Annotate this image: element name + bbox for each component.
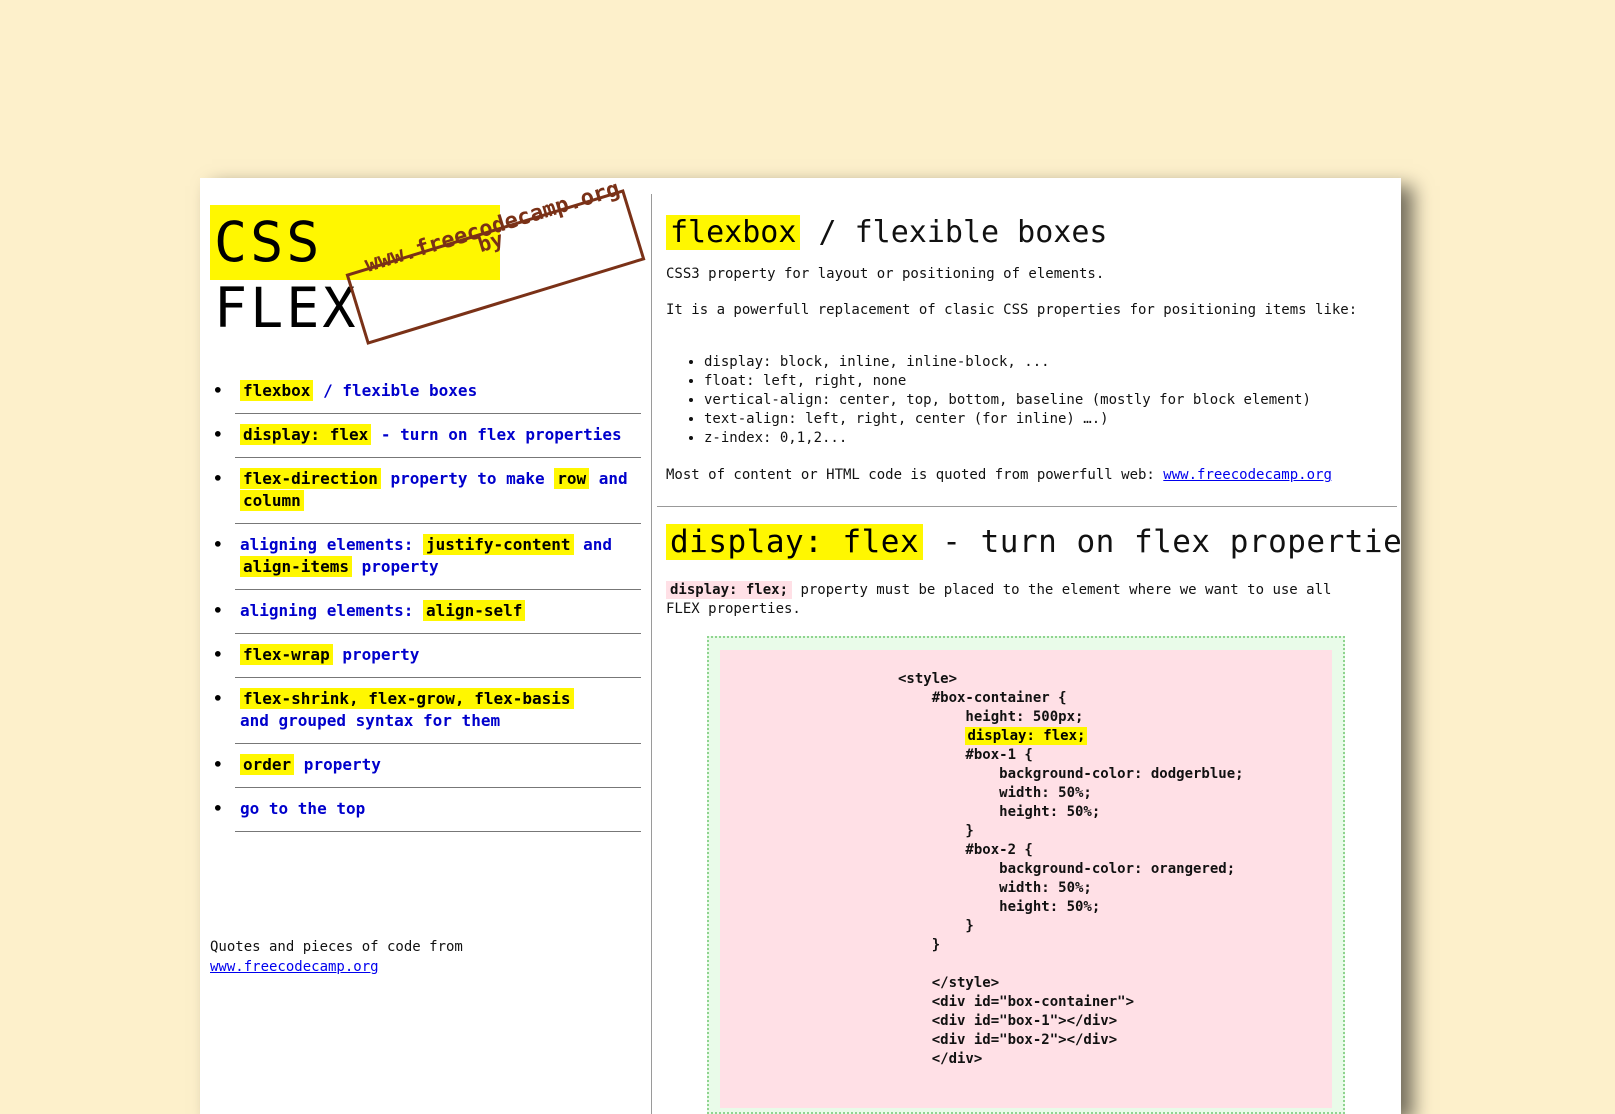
section-flexbox-description: It is a powerfull replacement of clasic … bbox=[666, 302, 1358, 318]
nav-item-highlight: align-self bbox=[423, 600, 526, 621]
page-card: CSS FLEX by www.freecodecamp.org flexbox… bbox=[200, 178, 1401, 1114]
main-content: flexbox / flexible boxes CSS3 property f… bbox=[652, 178, 1401, 1114]
nav-item-go-to-top[interactable]: go to the top bbox=[213, 788, 641, 832]
nav-item-align-self[interactable]: aligning elements: align-self bbox=[213, 590, 641, 634]
code-highlight: display: flex; bbox=[965, 727, 1088, 745]
section-flexbox-source: Most of content or HTML code is quoted f… bbox=[666, 467, 1332, 483]
section-flexbox-title: flexbox / flexible boxes bbox=[666, 214, 1107, 252]
nav-item-highlight: flex-shrink, flex-grow, flex-basis bbox=[240, 688, 574, 709]
nav-item-label: aligning elements: bbox=[240, 535, 424, 554]
nav-item-label: property bbox=[294, 755, 381, 774]
list-item: float: left, right, none bbox=[704, 372, 1311, 391]
nav-item-label: and bbox=[573, 535, 613, 554]
nav-item-label: / flexible boxes bbox=[313, 381, 478, 400]
sidebar: CSS FLEX by www.freecodecamp.org flexbox… bbox=[200, 178, 651, 1114]
title-rest: / flexible boxes bbox=[800, 215, 1108, 250]
source-link[interactable]: www.freecodecamp.org bbox=[1163, 467, 1332, 483]
section-divider bbox=[657, 506, 1397, 507]
nav-item-label: property bbox=[332, 645, 420, 664]
code-block: <style> #box-container { height: 500px; … bbox=[898, 670, 1244, 1069]
section-display-flex-description: display: flex; property must be placed t… bbox=[666, 581, 1366, 619]
nav-item-highlight: column bbox=[240, 490, 304, 511]
nav-item-highlight: row bbox=[554, 468, 590, 489]
nav-item-flex-direction[interactable]: flex-direction property to make row and … bbox=[213, 458, 641, 524]
nav-item-highlight: order bbox=[240, 754, 295, 775]
nav-item-label: and grouped syntax for them bbox=[240, 711, 501, 730]
list-item: display: block, inline, inline-block, ..… bbox=[704, 353, 1311, 372]
inline-code: display: flex; bbox=[666, 581, 793, 599]
nav-item-highlight: justify-content bbox=[423, 534, 574, 555]
source-text: Most of content or HTML code is quoted f… bbox=[666, 467, 1164, 483]
nav-item-display-flex[interactable]: display: flex - turn on flex properties bbox=[213, 414, 641, 458]
sidebar-nav: flexbox / flexible boxes display: flex -… bbox=[200, 370, 651, 832]
title-highlight: display: flex bbox=[666, 524, 924, 560]
nav-item-label: property to make bbox=[380, 469, 555, 488]
nav-item-highlight: flex-wrap bbox=[240, 644, 333, 665]
code-example-frame: <style> #box-container { height: 500px; … bbox=[707, 636, 1345, 1114]
section-flexbox-intro: CSS3 property for layout or positioning … bbox=[666, 266, 1105, 282]
nav-item-aligning-elements[interactable]: aligning elements: justify-content and a… bbox=[213, 524, 641, 590]
list-item: text-align: left, right, center (for inl… bbox=[704, 410, 1311, 429]
nav-item-flexbox[interactable]: flexbox / flexible boxes bbox=[213, 370, 641, 414]
sidebar-footer: Quotes and pieces of code from www.freec… bbox=[210, 937, 463, 977]
nav-item-flex-wrap[interactable]: flex-wrap property bbox=[213, 634, 641, 678]
title-highlight: flexbox bbox=[666, 215, 801, 250]
nav-item-order[interactable]: order property bbox=[213, 744, 641, 788]
section-display-flex-title: display: flex - turn on flex properties bbox=[666, 522, 1401, 562]
nav-item-highlight: align-items bbox=[240, 556, 352, 577]
code-text: #box-1 { background-color: dodgerblue; w… bbox=[931, 747, 1244, 1067]
footer-text: Quotes and pieces of code from bbox=[210, 939, 463, 955]
nav-item-label: property bbox=[351, 557, 439, 576]
list-item: z-index: 0,1,2... bbox=[704, 429, 1311, 448]
nav-item-label: - turn on flex properties bbox=[371, 425, 622, 444]
nav-item-flex-shrink-grow-basis[interactable]: flex-shrink, flex-grow, flex-basis and g… bbox=[213, 678, 641, 744]
nav-item-label: go to the top bbox=[240, 799, 366, 818]
nav-item-highlight: flexbox bbox=[240, 380, 314, 401]
nav-item-label: aligning elements: bbox=[240, 601, 424, 620]
nav-item-highlight: display: flex bbox=[240, 424, 372, 445]
nav-item-highlight: flex-direction bbox=[240, 468, 381, 489]
footer-link[interactable]: www.freecodecamp.org bbox=[210, 959, 379, 975]
list-item: vertical-align: center, top, bottom, bas… bbox=[704, 391, 1311, 410]
title-rest: - turn on flex properties bbox=[923, 524, 1401, 560]
classic-properties-list: display: block, inline, inline-block, ..… bbox=[674, 353, 1311, 448]
code-example: <style> #box-container { height: 500px; … bbox=[720, 650, 1332, 1108]
nav-item-label: and bbox=[589, 469, 628, 488]
